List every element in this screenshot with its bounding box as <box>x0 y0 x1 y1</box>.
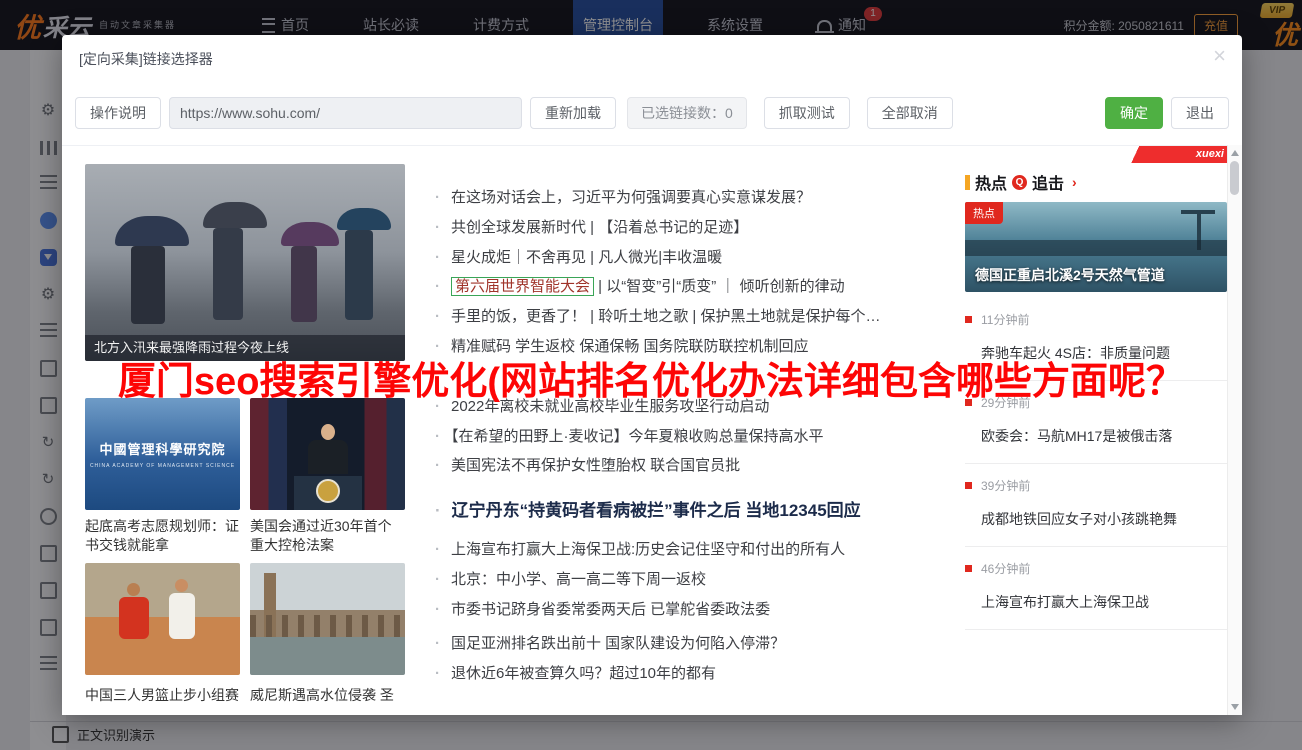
accent-bar <box>965 175 970 190</box>
cancel-all-button[interactable]: 全部取消 <box>867 97 953 129</box>
umbrella-shape <box>337 208 391 230</box>
hot-topic-item[interactable]: 11分钟前 奔驰车起火 4S店：非质量问题 <box>965 298 1227 381</box>
photo-caption: 北方入汛来最强降雨过程今夜上线 <box>85 335 405 361</box>
selected-link-highlight[interactable]: 第六届世界智能大会 <box>451 277 594 296</box>
news-link[interactable]: 在这场对话会上，习近平为何强调要真心实意谋发展？ <box>435 186 811 207</box>
player-white-jersey <box>169 593 195 639</box>
umbrella-shape <box>281 222 339 246</box>
timestamp: 29分钟前 <box>965 394 1227 411</box>
news-link[interactable]: 精准赋码 学生返校 保通保畅 国务院联防联控机制回应 <box>435 335 809 356</box>
chevron-right-icon: › <box>1072 174 1077 190</box>
news-link[interactable]: 2022年离校未就业高校毕业生服务攻坚行动启动 <box>435 395 769 416</box>
news-link[interactable]: 市委书记跻身省委常委两天后 已掌舵省委政法委 <box>435 598 770 619</box>
person-shape <box>345 230 373 320</box>
selected-links-count: 已选链接数：0 <box>627 97 747 129</box>
seal-shape <box>316 479 340 503</box>
person-shape <box>213 228 243 320</box>
exit-button[interactable]: 退出 <box>1171 97 1229 129</box>
player-red-jersey <box>119 597 149 639</box>
featured-caption: 德国正重启北溪2号天然气管道 <box>975 265 1165 285</box>
news-link[interactable]: 【在希望的田野上·麦收记】今年夏粮收购总量保持高水平 <box>435 425 824 446</box>
xuexi-banner[interactable]: xuexi <box>1120 146 1228 163</box>
player-head <box>127 583 140 596</box>
hot-logo-icon: Q <box>1012 175 1027 190</box>
news-link[interactable]: 美国宪法不再保护女性堕胎权 联合国官员批 <box>435 454 740 475</box>
link-selector-dialog: [定向采集]链接选择器 × 操作说明 重新加载 已选链接数：0 抓取测试 全部取… <box>62 35 1242 715</box>
url-input[interactable] <box>169 97 522 129</box>
hot-topics-list: 11分钟前 奔驰车起火 4S店：非质量问题 29分钟前 欧委会：马航MH17是被… <box>965 298 1227 630</box>
card-caption[interactable]: 起底高考志愿规划师：证书交钱就能拿 <box>85 517 240 555</box>
news-link[interactable]: 手里的饭，更香了！ | 聆听土地之歌 | 保护黑土地就是保护每个… <box>435 305 880 326</box>
card-caption[interactable]: 威尼斯遇高水位侵袭 圣 <box>250 686 405 705</box>
card-caption[interactable]: 美国会通过近30年首个重大控枪法案 <box>250 517 405 555</box>
featured-story-photo[interactable]: 热点 德国正重启北溪2号天然气管道 <box>965 202 1227 292</box>
person-shape <box>291 246 317 322</box>
help-button[interactable]: 操作说明 <box>75 97 161 129</box>
scrollbar-thumb[interactable] <box>1230 161 1239 195</box>
umbrella-shape <box>115 216 189 246</box>
close-icon[interactable]: × <box>1213 45 1226 67</box>
reload-button[interactable]: 重新加载 <box>530 97 616 129</box>
hot-topic-item[interactable]: 29分钟前 欧委会：马航MH17是被俄击落 <box>965 381 1227 464</box>
hot-topic-item[interactable]: 46分钟前 上海宣布打赢大上海保卫战 <box>965 547 1227 630</box>
news-link[interactable]: 共创全球发展新时代 | 【沿着总书记的足迹】 <box>435 216 748 237</box>
news-link-lead[interactable]: 辽宁丹东“持黄码者看病被拦”事件之后 当地12345回应 <box>435 496 861 521</box>
embedded-webpage: xuexi 北方入汛来最强降雨过程今夜上线 在这场对话会上，习近平为何强调要真心… <box>62 145 1228 715</box>
hot-topic-item[interactable]: 39分钟前 成都地铁回应女子对小孩跳艳舞 <box>965 464 1227 547</box>
news-link[interactable]: 上海宣布打赢大上海保卫战:历史会记住坚守和付出的所有人 <box>435 538 845 559</box>
dialog-title: [定向采集]链接选择器 <box>79 49 213 69</box>
figure-head <box>321 424 335 440</box>
news-link[interactable]: 北京：中小学、高一高二等下周一返校 <box>435 568 706 589</box>
dialog-toolbar: 操作说明 重新加载 已选链接数：0 抓取测试 全部取消 确定 退出 <box>75 97 1229 129</box>
figure-body <box>308 440 348 474</box>
news-link-selected[interactable]: 第六届世界智能大会 | 以“智变”引“质变” ｜ 倾听创新的律动 <box>435 275 845 296</box>
umbrella-shape <box>203 202 267 228</box>
photo-management-academy[interactable]: 中國管理科學研究院 CHINA ACADEMY OF MANAGEMENT SC… <box>85 398 240 510</box>
person-shape <box>131 246 165 324</box>
news-link[interactable]: 退休近6年被查算久吗？超过10年的都有 <box>435 662 716 683</box>
pipeline-shape <box>965 240 1227 256</box>
arches-shape <box>250 615 405 637</box>
timestamp: 11分钟前 <box>965 311 1227 328</box>
hot-tag: 热点 <box>965 202 1003 224</box>
confirm-button[interactable]: 确定 <box>1105 97 1163 129</box>
photo-basketball[interactable] <box>85 563 240 675</box>
photo-biden-speech[interactable] <box>250 398 405 510</box>
photo-venice-flood[interactable] <box>250 563 405 675</box>
hot-topics-header[interactable]: 热点 Q 追击 › <box>965 170 1077 194</box>
content-scrollbar[interactable] <box>1227 145 1242 715</box>
photo-rain-umbrellas[interactable]: 北方入汛来最强降雨过程今夜上线 <box>85 164 405 361</box>
scroll-down-icon[interactable] <box>1231 704 1239 710</box>
scroll-up-icon[interactable] <box>1231 150 1239 156</box>
grab-test-button[interactable]: 抓取测试 <box>764 97 850 129</box>
player-head <box>175 579 188 592</box>
card-caption[interactable]: 中国三人男篮止步小组赛 <box>85 686 240 705</box>
news-link[interactable]: 星火成炬｜不舍再见 | 凡人微光|丰收温暖 <box>435 246 722 267</box>
timestamp: 39分钟前 <box>965 477 1227 494</box>
news-link[interactable]: 国足亚洲排名跌出前十 国家队建设为何陷入停滞？ <box>435 632 785 653</box>
timestamp: 46分钟前 <box>965 560 1227 577</box>
